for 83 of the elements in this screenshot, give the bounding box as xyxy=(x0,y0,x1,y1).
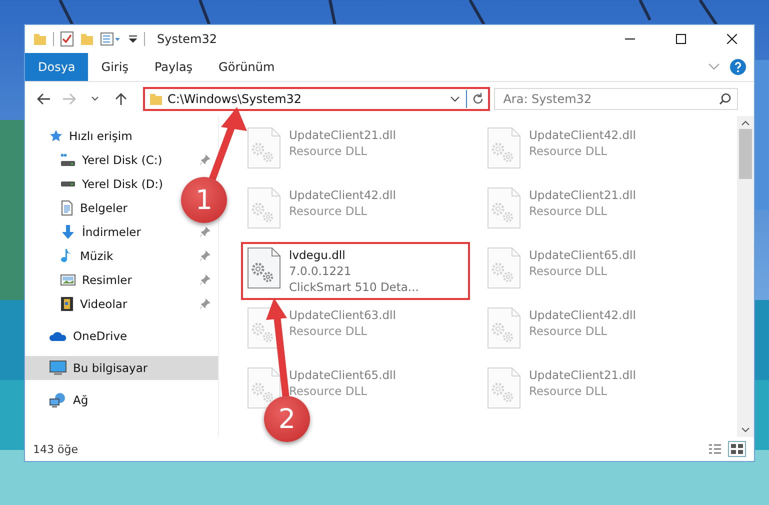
dll-file-icon xyxy=(247,247,281,289)
folder-icon xyxy=(33,32,47,46)
chevron-down-icon xyxy=(91,96,100,102)
dll-file-icon xyxy=(487,307,521,349)
dll-file-icon xyxy=(487,247,521,289)
nav-item[interactable]: İndirmeler xyxy=(36,220,147,244)
file-detail: Resource DLL xyxy=(529,383,608,399)
window-title: System32 xyxy=(157,32,218,46)
ribbon-tab[interactable]: Görünüm xyxy=(206,53,288,81)
file-name[interactable]: UpdateClient21.dll xyxy=(529,367,636,383)
help-icon xyxy=(730,59,746,75)
nav-item[interactable]: Belgeler xyxy=(36,196,134,220)
item-count: 143 öğe xyxy=(33,442,79,456)
up-arrow-icon xyxy=(114,92,127,106)
scrollbar-thumb[interactable] xyxy=(739,129,752,179)
folder-icon xyxy=(149,92,164,106)
dll-file-icon xyxy=(487,187,521,229)
dll-file-icon xyxy=(247,127,281,169)
dll-file-icon xyxy=(487,127,521,169)
nav-item[interactable]: OneDrive xyxy=(25,324,134,348)
nav-item[interactable]: Resimler xyxy=(36,268,138,292)
file-detail: Resource DLL xyxy=(529,263,608,279)
address-bar[interactable]: C:\Windows\System32 xyxy=(143,87,490,111)
forward-arrow-icon xyxy=(62,93,76,105)
file-name[interactable]: UpdateClient42.dll xyxy=(529,127,636,143)
properties-icon xyxy=(100,32,122,46)
maximize-icon xyxy=(676,34,686,44)
download-arrow-icon xyxy=(60,224,76,240)
ribbon-tab[interactable]: Paylaş xyxy=(141,53,206,81)
file-tab[interactable]: Dosya xyxy=(25,53,88,81)
dropdown-icon xyxy=(128,34,138,44)
back-arrow-icon xyxy=(36,93,51,105)
checklist-icon xyxy=(60,31,74,47)
computer-icon xyxy=(49,360,67,376)
file-detail: 7.0.0.1221 xyxy=(289,263,352,279)
close-icon xyxy=(726,34,736,44)
file-detail: Resource DLL xyxy=(289,143,368,159)
cloud-icon xyxy=(49,330,67,342)
file-name[interactable]: UpdateClient21.dll xyxy=(529,187,636,203)
minimize-icon xyxy=(624,38,634,40)
file-detail: Resource DLL xyxy=(529,143,608,159)
file-name[interactable]: UpdateClient65.dll xyxy=(529,247,636,263)
file-detail: Resource DLL xyxy=(529,323,608,339)
drive-icon xyxy=(60,181,76,187)
large-icons-view-icon xyxy=(728,441,746,457)
document-icon xyxy=(60,200,74,216)
file-name[interactable]: UpdateClient65.dll xyxy=(289,367,396,383)
nav-item[interactable]: Hızlı erişim xyxy=(25,124,138,148)
dll-file-icon xyxy=(247,367,281,409)
network-icon xyxy=(49,392,67,408)
file-detail: Resource DLL xyxy=(289,383,368,399)
film-strip-icon xyxy=(60,296,74,312)
file-name[interactable]: lvdegu.dll xyxy=(289,247,419,263)
file-name[interactable]: UpdateClient42.dll xyxy=(529,307,636,323)
file-detail: Resource DLL xyxy=(529,203,608,219)
nav-item[interactable]: Videolar xyxy=(36,292,134,316)
dll-file-icon xyxy=(247,187,281,229)
nav-item[interactable]: Bu bilgisayar xyxy=(25,356,218,380)
file-name[interactable]: UpdateClient42.dll xyxy=(289,187,396,203)
drive-icon xyxy=(60,154,76,166)
nav-item[interactable]: Müzik xyxy=(36,244,120,268)
file-name[interactable]: UpdateClient63.dll xyxy=(289,307,396,323)
chevron-down-icon xyxy=(708,63,720,71)
scroll-up-icon[interactable] xyxy=(741,120,750,126)
nav-item[interactable]: Yerel Disk (C:) xyxy=(36,148,168,172)
chevron-down-icon xyxy=(450,95,460,103)
nav-item[interactable]: Yerel Disk (D:) xyxy=(36,172,170,196)
star-icon xyxy=(49,129,63,143)
file-detail: Resource DLL xyxy=(289,203,368,219)
search-field[interactable]: Ara: System32 xyxy=(494,88,738,110)
scroll-down-icon[interactable] xyxy=(741,427,750,433)
refresh-icon xyxy=(472,93,484,105)
file-detail: Resource DLL xyxy=(289,323,368,339)
file-name[interactable]: UpdateClient21.dll xyxy=(289,127,396,143)
search-icon xyxy=(719,93,732,105)
details-view-icon xyxy=(708,443,722,455)
file-detail: ClickSmart 510 Deta... xyxy=(289,279,419,295)
nav-item[interactable]: Ağ xyxy=(25,388,94,412)
scrollbar[interactable] xyxy=(737,116,754,437)
pictures-icon xyxy=(60,273,76,287)
folder-icon xyxy=(80,32,94,46)
ribbon-tab[interactable]: Giriş xyxy=(88,53,142,81)
dll-file-icon xyxy=(487,367,521,409)
